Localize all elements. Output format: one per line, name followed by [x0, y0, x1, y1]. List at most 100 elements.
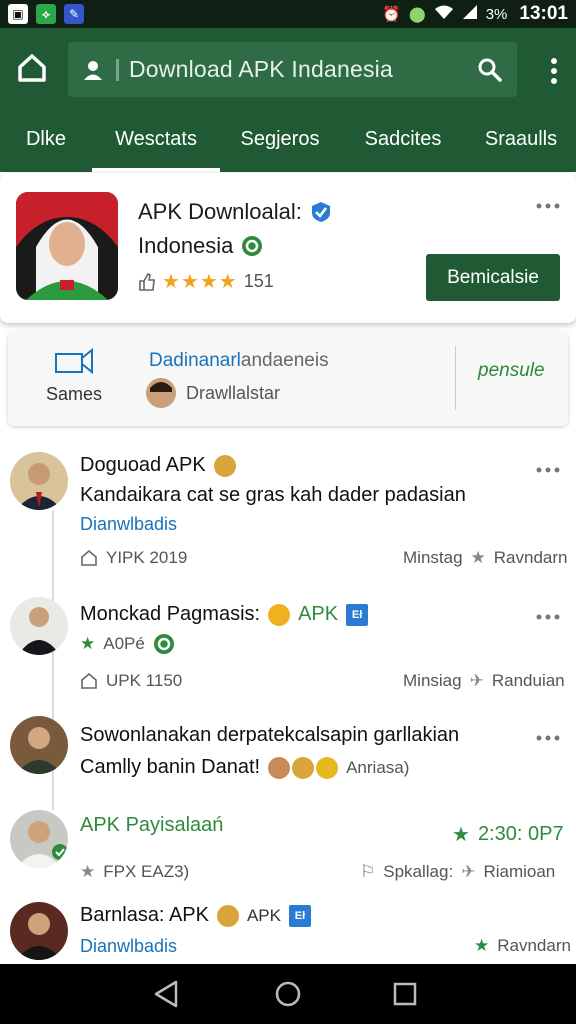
games-category[interactable]: Sames — [28, 346, 120, 405]
avatar[interactable] — [10, 902, 68, 960]
more-options-icon[interactable] — [536, 734, 560, 742]
post-title-text: Doguoad APK — [80, 454, 206, 476]
overflow-menu-icon[interactable] — [544, 56, 564, 86]
wifi-icon — [434, 4, 454, 24]
badge-green-icon — [242, 236, 263, 256]
post-time-text: 2:30: 0P7 — [477, 823, 564, 845]
more-options-icon[interactable] — [535, 201, 561, 211]
games-label: Sames — [45, 384, 103, 404]
tab-wesctats[interactable]: Wesctats — [92, 106, 220, 172]
post-body-line1: Sowonlanakan derpatekcalsapin garllakian — [80, 724, 460, 746]
developer-avatar — [146, 378, 176, 408]
post-rating-tag: A0Pé — [103, 634, 145, 653]
avatar[interactable] — [10, 452, 68, 510]
avatar[interactable] — [10, 597, 68, 655]
tab-sraaulls[interactable]: Sraaulls — [466, 106, 576, 172]
tab-sadcites[interactable]: Sadcites — [340, 106, 466, 172]
app-icon — [16, 192, 118, 300]
home-nav-icon[interactable] — [274, 979, 302, 1009]
post-meta-left: ★ FPX EAZ3) — [80, 862, 189, 882]
app-title-text: APK Downloalal: — [138, 199, 302, 224]
app-bar: Download APK Indanesia Dlke Wesctats Seg… — [0, 28, 576, 172]
face-emoji-icon — [213, 454, 236, 477]
post-meta-mid[interactable]: Spkallag: — [383, 862, 453, 882]
search-icon[interactable] — [477, 57, 503, 83]
verified-icon — [311, 202, 330, 222]
status-bar: ▣ ⟡ ✎ ⏰ ⬤ 3% 13:01 — [0, 0, 576, 28]
home-icon[interactable] — [16, 52, 48, 84]
gallery-notification-icon: ▣ — [8, 4, 28, 24]
post-title-text: Barnlasa: APK — [80, 904, 209, 926]
post-meta-right: Minsiag ✈ Randuian — [403, 671, 565, 691]
share-icon: ✈ — [469, 671, 484, 690]
recents-icon[interactable] — [392, 979, 418, 1009]
avatar[interactable] — [10, 810, 68, 868]
install-button[interactable]: Bemicalsie — [426, 254, 560, 301]
post-meta-mid[interactable]: Minsiag — [403, 671, 462, 691]
divider — [455, 346, 456, 410]
list-item[interactable]: Barnlasa: APK APK Eł Dianwlbadis ★ Ravnd… — [0, 902, 576, 964]
face-emoji-icon — [268, 756, 291, 779]
more-options-icon[interactable] — [536, 466, 560, 474]
list-item[interactable]: APK Payisalaań ★ 2:30: 0P7 ★ FPX EAZ3) ⚐… — [0, 810, 576, 890]
brand-logo: pensule — [478, 360, 545, 381]
avatar[interactable] — [10, 716, 68, 774]
back-icon[interactable] — [152, 979, 180, 1009]
list-item[interactable]: Monckad Pagmasis: APK Eł ★ A0Pé UPK 1150… — [0, 597, 576, 707]
games-icon — [55, 347, 93, 375]
app-rating: ★★★★ 151 — [138, 269, 274, 294]
thumbs-up-icon — [139, 272, 155, 291]
signal-icon — [462, 4, 478, 24]
user-icon — [84, 60, 102, 80]
face-emoji-icon — [216, 904, 239, 927]
list-item[interactable]: Sowonlanakan derpatekcalsapin garllakian… — [0, 716, 576, 796]
alarm-icon: ⏰ — [382, 6, 401, 23]
tab-segjeros[interactable]: Segjeros — [220, 106, 340, 172]
search-input[interactable]: Download APK Indanesia — [129, 56, 393, 83]
post-meta-right: Minstag ★ Ravndarn — [403, 548, 568, 568]
developer-name[interactable]: Dadinanarlandaeneis — [149, 350, 329, 372]
thumbs-up-icon: ⚐ — [360, 862, 376, 881]
share-icon: ✈ — [461, 862, 476, 881]
more-options-icon[interactable] — [536, 613, 560, 621]
list-item[interactable]: Doguoad APK Kandaikara cat se gras kah d… — [0, 452, 576, 582]
post-title-tag: APK — [246, 905, 281, 925]
developer-highlight: Dadinanarl — [149, 350, 241, 371]
search-bar[interactable]: Download APK Indanesia — [68, 42, 517, 97]
post-meta-action[interactable]: Ravndarn — [494, 548, 568, 568]
post-body-text: Camlly banin Danat! — [80, 756, 261, 778]
post-meta-action[interactable]: Riamioan — [483, 862, 555, 882]
post-link[interactable]: Dianwlbadis — [80, 936, 177, 957]
post-meta-date: FPX EAZ3) — [103, 862, 190, 881]
star-green-icon: ★ — [80, 634, 96, 653]
app-card[interactable]: APK Downloalal: Indonesia ★★★★ 151 Bemic… — [0, 173, 576, 323]
post-meta-mid[interactable]: Minstag — [403, 548, 463, 568]
post-rating: ★ A0Pé — [80, 633, 175, 655]
post-body: Kandaikara cat se gras kah dader padasia… — [80, 484, 466, 506]
post-time: ★ 2:30: 0P7 — [452, 822, 564, 847]
store-notification-icon: ✎ — [64, 4, 84, 24]
post-meta-right: ★ Ravndarn — [474, 936, 571, 956]
post-title: Barnlasa: APK APK Eł — [80, 904, 311, 927]
app-subtitle: Indonesia — [138, 233, 263, 259]
home-small-icon — [81, 672, 97, 689]
post-body-line2: Camlly banin Danat! Anriasa) — [80, 756, 409, 779]
post-link[interactable]: Dianwlbadis — [80, 514, 177, 535]
android-icon: ⬤ — [408, 6, 426, 23]
post-meta-left: UPK 1150 — [80, 671, 182, 691]
fire-emoji-icon — [268, 603, 291, 626]
tab-dlke[interactable]: Dlke — [0, 106, 92, 172]
star-green-icon: ★ — [474, 936, 490, 955]
post-meta-date: YIPK 2019 — [106, 548, 188, 567]
post-tag: Anriasa) — [346, 757, 410, 777]
post-title-text: APK Payisalaań — [80, 814, 224, 836]
star-green-icon: ★ — [452, 824, 470, 846]
navigation-bar — [0, 964, 576, 1024]
app-subtitle-text: Indonesia — [138, 233, 234, 258]
clock: 13:01 — [519, 3, 568, 24]
rating-stars: ★★★★ — [162, 271, 238, 293]
text-cursor — [116, 58, 119, 81]
developer-sub: Drawllalstar — [186, 382, 281, 403]
post-meta-action[interactable]: Randuian — [492, 671, 565, 691]
post-meta-action[interactable]: Ravndarn — [497, 936, 571, 956]
